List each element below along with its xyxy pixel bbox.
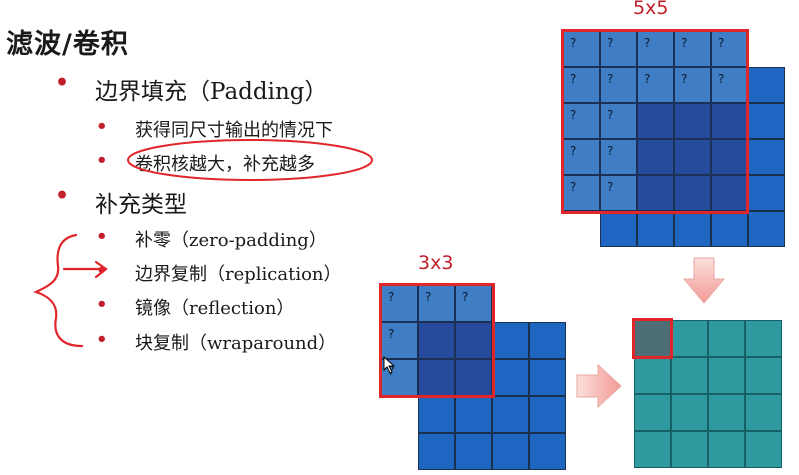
arrow-mark <box>62 260 108 279</box>
output-cell <box>634 431 671 468</box>
right-arrow-icon <box>576 364 622 408</box>
output-cell <box>708 320 745 357</box>
kernel-label-small: 3x3 <box>418 252 454 274</box>
output-highlight-frame <box>632 318 673 359</box>
input-cell <box>381 396 418 433</box>
down-arrow-icon <box>683 257 725 304</box>
output-cell <box>745 357 782 394</box>
output-cell <box>745 431 782 468</box>
input-cell <box>381 433 418 470</box>
output-cell <box>671 320 708 357</box>
output-cell <box>745 394 782 431</box>
input-cell <box>529 396 566 433</box>
input-cell <box>748 31 785 67</box>
input-cell <box>418 433 455 470</box>
input-cell <box>455 396 492 433</box>
output-cell <box>634 357 671 394</box>
input-cell <box>418 396 455 433</box>
kernel-label-large: 5x5 <box>633 0 669 19</box>
input-cell <box>492 359 529 396</box>
input-cell <box>492 396 529 433</box>
highlight-ellipse <box>127 139 373 181</box>
input-cell <box>529 285 566 322</box>
input-cell <box>492 322 529 359</box>
input-cell <box>600 211 637 247</box>
output-cell <box>634 394 671 431</box>
input-cell <box>529 433 566 470</box>
output-cell <box>671 431 708 468</box>
input-cell <box>492 285 529 322</box>
input-cell <box>748 67 785 103</box>
output-cell <box>671 357 708 394</box>
output-cell <box>708 394 745 431</box>
mouse-cursor-icon <box>383 356 396 374</box>
output-cell <box>671 394 708 431</box>
input-cell <box>455 433 492 470</box>
input-cell <box>529 322 566 359</box>
input-cell <box>492 433 529 470</box>
output-cell <box>708 357 745 394</box>
kernel-frame-small <box>379 283 495 398</box>
output-cell <box>708 431 745 468</box>
input-cell <box>529 359 566 396</box>
input-cell <box>563 211 600 247</box>
brace-mark <box>33 233 84 348</box>
kernel-frame-large <box>561 29 749 214</box>
output-cell <box>745 320 782 357</box>
